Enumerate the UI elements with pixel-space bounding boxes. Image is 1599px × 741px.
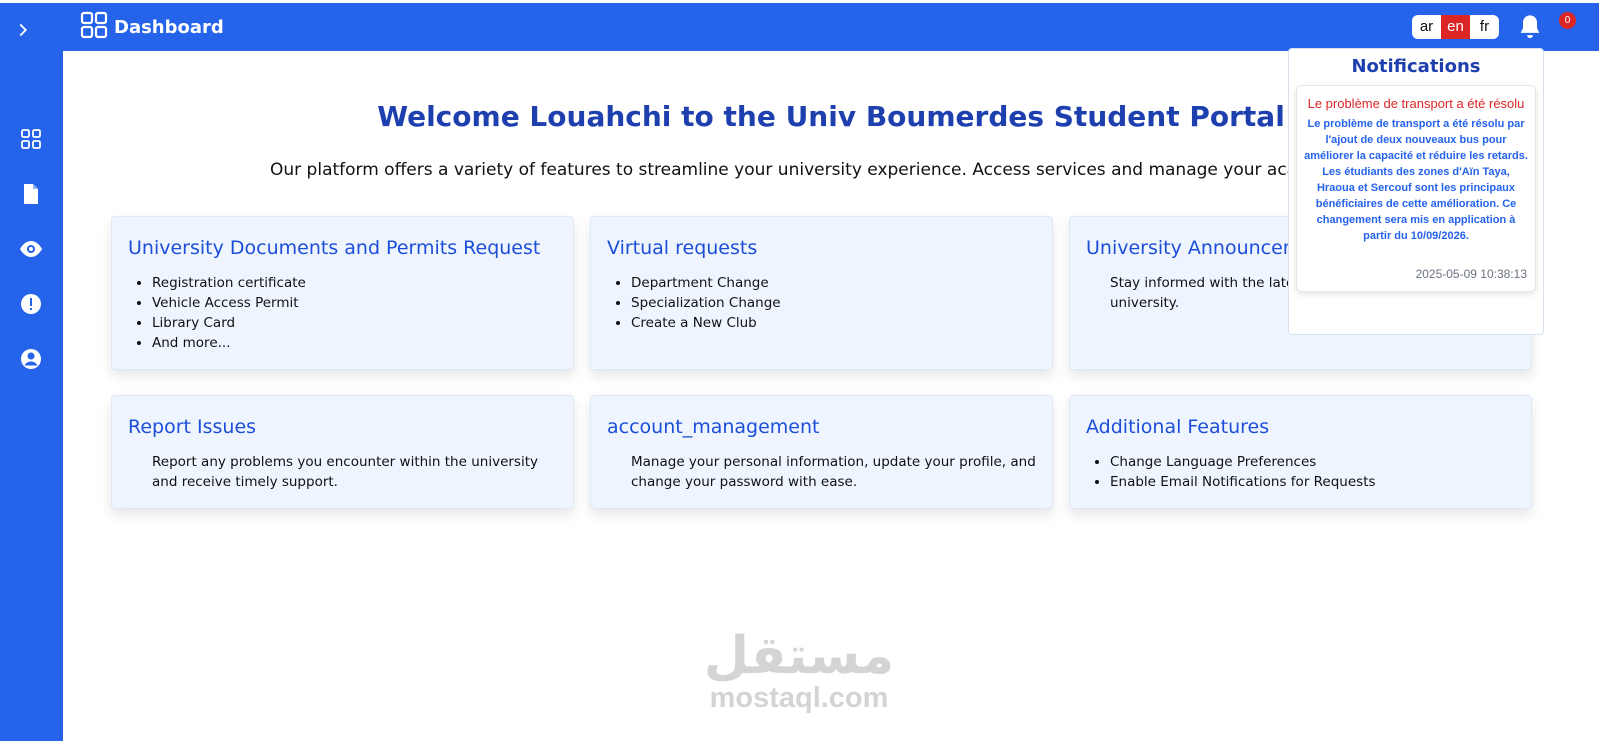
language-switcher: ar en fr [1412, 15, 1499, 39]
account-management-card[interactable]: account_management Manage your personal … [590, 395, 1053, 509]
eye-icon[interactable] [19, 237, 43, 261]
mostaql-watermark: مستقل mostaql.com [699, 630, 899, 714]
virtual-requests-card[interactable]: Virtual requests Department Change Speci… [590, 216, 1053, 370]
card-list: Department Change Specialization Change … [631, 273, 1036, 333]
card-title: University Documents and Permits Request [128, 237, 541, 259]
notification-body: Le problème de transport a été résolu pa… [1304, 118, 1528, 242]
sidebar-toggle-chevron-icon[interactable] [12, 19, 34, 41]
card-list: Change Language Preferences Enable Email… [1110, 452, 1515, 492]
card-title: Additional Features [1086, 416, 1270, 438]
notification-heading: Le problème de transport a été résolu [1307, 96, 1525, 111]
list-item: Specialization Change [631, 293, 1036, 313]
notification-timestamp: 2025-05-09 10:38:13 [1415, 267, 1527, 281]
watermark-arabic: مستقل [703, 627, 895, 685]
lang-option-ar[interactable]: ar [1412, 15, 1441, 39]
documents-card[interactable]: University Documents and Permits Request… [111, 216, 574, 370]
list-item: And more... [152, 333, 557, 353]
additional-features-card[interactable]: Additional Features Change Language Pref… [1069, 395, 1532, 509]
document-icon[interactable] [19, 182, 43, 206]
brand[interactable]: Dashboard [80, 11, 224, 44]
lang-option-fr[interactable]: fr [1470, 15, 1499, 39]
list-item: Registration certificate [152, 273, 557, 293]
card-title: account_management [607, 416, 820, 438]
card-list: Registration certificate Vehicle Access … [152, 273, 557, 353]
notifications-dropdown: Notifications Le problème de transport a… [1288, 48, 1544, 335]
notifications-title: Notifications [1351, 56, 1481, 77]
report-issues-card[interactable]: Report Issues Report any problems you en… [111, 395, 574, 509]
list-item: Enable Email Notifications for Requests [1110, 472, 1515, 492]
card-title: Virtual requests [607, 237, 758, 259]
bell-icon[interactable] [1516, 13, 1544, 41]
page-title: Dashboard [114, 16, 224, 38]
list-item: Vehicle Access Permit [152, 293, 557, 313]
intro-text: Our platform offers a variety of feature… [270, 160, 1290, 180]
lang-option-en[interactable]: en [1441, 15, 1470, 39]
list-item: Create a New Club [631, 313, 1036, 333]
alert-icon[interactable] [19, 292, 43, 316]
notification-item[interactable]: Le problème de transport a été résolu Le… [1296, 85, 1536, 292]
top-bar: Dashboard ar en fr 0 [63, 3, 1599, 51]
sidebar [0, 3, 63, 741]
card-text: Report any problems you encounter within… [152, 454, 538, 490]
notification-count-badge: 0 [1559, 12, 1576, 29]
watermark-latin: mostaql.com [709, 682, 889, 714]
user-circle-icon[interactable] [19, 347, 43, 371]
card-text: Manage your personal information, update… [631, 454, 1036, 490]
list-item: Library Card [152, 313, 557, 333]
card-title: Report Issues [128, 416, 257, 438]
list-item: Change Language Preferences [1110, 452, 1515, 472]
grid-icon[interactable] [19, 127, 43, 151]
dashboard-grid-icon [80, 11, 108, 44]
list-item: Department Change [631, 273, 1036, 293]
